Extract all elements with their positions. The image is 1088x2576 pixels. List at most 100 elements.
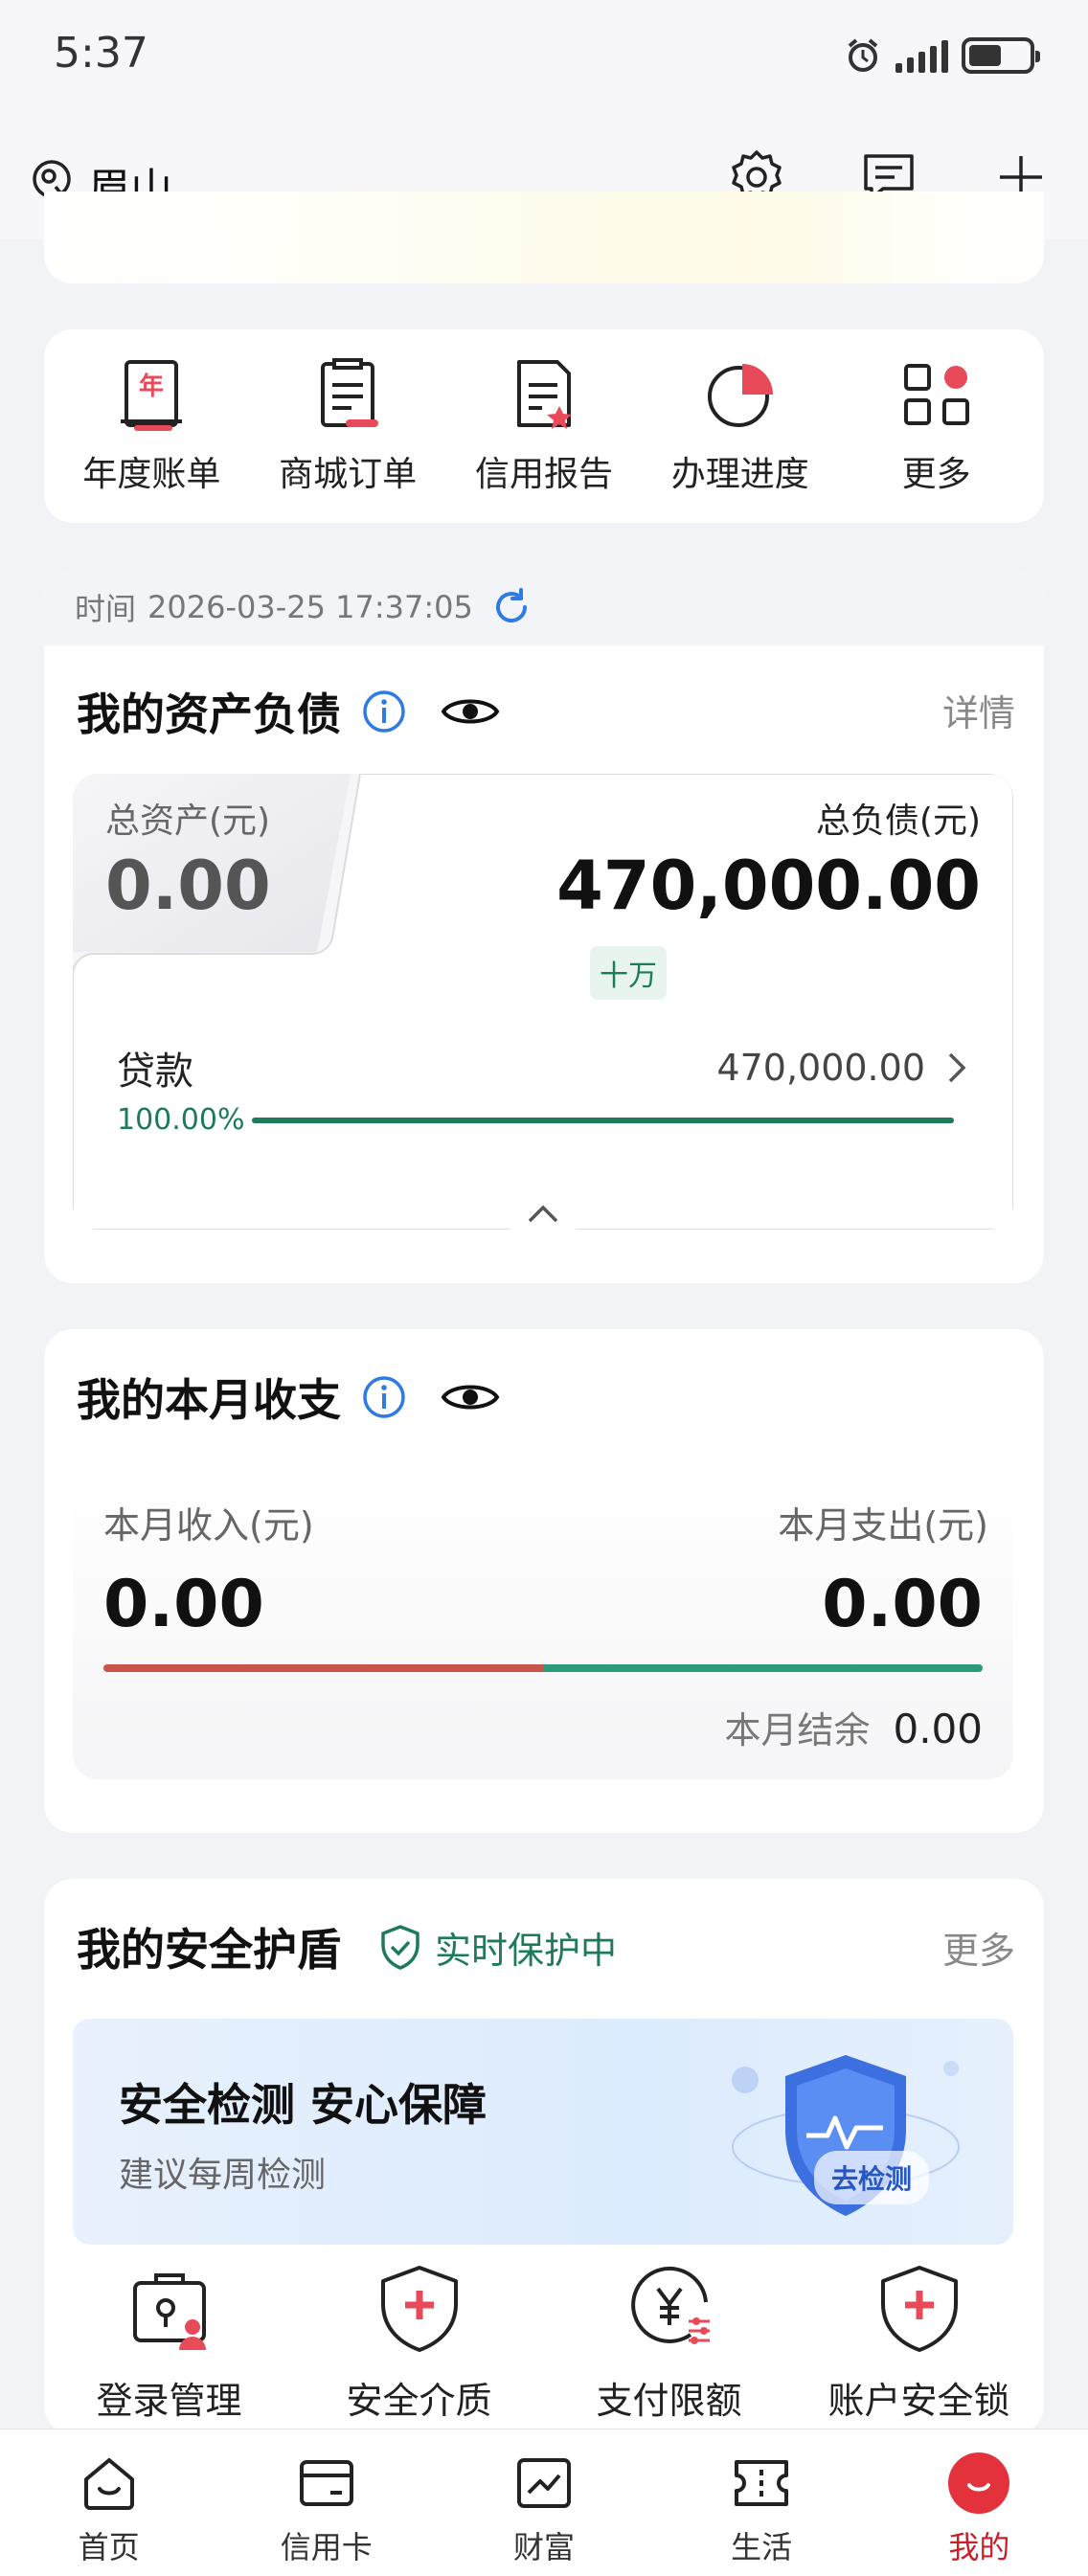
security-tools: 登录管理 安全介质 支付限额 账户安全锁 xyxy=(44,2262,1044,2424)
shield-check-icon xyxy=(381,1925,419,1970)
eye-icon[interactable] xyxy=(441,692,500,731)
security-title: 我的安全护盾 xyxy=(77,1924,341,1976)
security-medium-icon xyxy=(380,2266,458,2352)
balance-label: 本月结余 xyxy=(724,1709,871,1751)
quick-action-label: 更多 xyxy=(901,455,971,494)
shield-illustration xyxy=(732,2055,960,2216)
status-bar: 5:37 xyxy=(0,0,1088,110)
refresh-icon[interactable] xyxy=(490,586,533,628)
monthly-income-card: 我的本月收支 本月收入(元) 本月支出(元) 0.00 0.00 本月结余 0.… xyxy=(44,1329,1044,1833)
profile-icon xyxy=(948,2452,1010,2514)
banner-title: 安全检测 安心保障 xyxy=(119,2079,487,2131)
ticket-icon xyxy=(735,2460,789,2506)
quick-action-label: 办理进度 xyxy=(670,455,809,494)
quick-action-progress[interactable]: 办理进度 xyxy=(649,354,831,523)
status-icons xyxy=(844,36,1040,75)
loan-row[interactable]: 贷款 470,000.00 xyxy=(117,1040,969,1096)
tool-security-medium[interactable]: 安全介质 xyxy=(305,2262,534,2424)
tool-account-lock[interactable]: 账户安全锁 xyxy=(805,2262,1034,2424)
quick-action-label: 年度账单 xyxy=(82,455,221,494)
nav-profile[interactable]: 我的 xyxy=(883,2451,1075,2576)
loan-label: 贷款 xyxy=(117,1050,193,1094)
time-label: 时间 xyxy=(75,591,137,627)
detect-button[interactable]: 去检测 xyxy=(813,2151,929,2204)
banner-subtitle: 建议每周检测 xyxy=(119,2156,327,2195)
security-more-link[interactable]: 更多 xyxy=(942,1921,1015,1974)
income-expense-bar xyxy=(103,1664,983,1672)
eye-icon[interactable] xyxy=(441,1378,500,1416)
total-assets-value: 0.00 xyxy=(105,847,271,925)
promo-banner-strip[interactable] xyxy=(44,192,1044,283)
balance-value: 0.00 xyxy=(893,1706,983,1752)
tool-label: 登录管理 xyxy=(96,2380,242,2422)
loan-progress-track xyxy=(252,1117,954,1123)
income-summary-box[interactable]: 本月收入(元) 本月支出(元) 0.00 0.00 本月结余 0.00 xyxy=(73,1461,1013,1779)
status-time: 5:37 xyxy=(54,29,148,78)
tool-label: 安全介质 xyxy=(346,2380,492,2422)
annual-bill-icon: 年 xyxy=(121,360,183,431)
balance-row: 本月结余 0.00 xyxy=(724,1701,983,1753)
quick-action-mall-order[interactable]: 商城订单 xyxy=(257,354,439,523)
battery-icon xyxy=(962,37,1040,74)
quick-action-label: 信用报告 xyxy=(474,455,613,494)
login-manage-icon xyxy=(132,2273,206,2350)
income-label: 本月收入(元) xyxy=(103,1504,314,1547)
assets-header: 我的资产负债 xyxy=(77,680,500,743)
credit-report-icon xyxy=(516,360,572,429)
payment-limit-icon xyxy=(630,2266,710,2344)
credit-card-icon xyxy=(299,2460,353,2506)
more-grid-icon xyxy=(903,364,969,425)
nav-label: 财富 xyxy=(512,2529,575,2565)
total-assets-label: 总资产(元) xyxy=(105,802,271,841)
expense-share-bar xyxy=(543,1664,983,1672)
alarm-icon xyxy=(848,38,878,72)
nav-home[interactable]: 首页 xyxy=(13,2451,205,2576)
loan-percent: 100.00% xyxy=(117,1103,245,1137)
income-value: 0.00 xyxy=(103,1567,264,1642)
security-check-banner[interactable]: 安全检测 安心保障 建议每周检测 去检测 xyxy=(73,2019,1013,2245)
info-icon[interactable] xyxy=(362,689,406,734)
chevron-up-icon xyxy=(528,1205,558,1223)
expense-value: 0.00 xyxy=(822,1567,983,1642)
nav-label: 首页 xyxy=(78,2529,140,2565)
income-share-bar xyxy=(103,1664,543,1672)
home-icon xyxy=(83,2458,134,2510)
total-liabilities-label: 总负债(元) xyxy=(815,802,981,841)
nav-life[interactable]: 生活 xyxy=(666,2451,857,2576)
tool-payment-limit[interactable]: 支付限额 xyxy=(555,2262,784,2424)
security-shield-card: 我的安全护盾 实时保护中 更多 安全检测 安心保障 建议每周检测 去检测 登录管… xyxy=(44,1879,1044,2434)
magnitude-tag: 十万 xyxy=(590,946,667,1000)
security-header: 我的安全护盾 实时保护中 xyxy=(77,1915,617,1978)
mall-order-icon xyxy=(321,358,379,427)
time-value: 2026-03-25 17:37:05 xyxy=(147,589,473,625)
assets-liabilities-card: 时间 2026-03-25 17:37:05 我的资产负债 详情 总资产(元) … xyxy=(44,569,1044,1283)
assets-summary-box: 总资产(元) 0.00 总负债(元) 470,000.00 十万 贷款 470,… xyxy=(73,774,1013,1230)
svg-text:年: 年 xyxy=(139,372,164,401)
nav-label: 信用卡 xyxy=(280,2529,373,2565)
loan-value: 470,000.00 xyxy=(716,1047,925,1089)
progress-pie-icon xyxy=(707,364,773,427)
update-time-strip: 时间 2026-03-25 17:37:05 xyxy=(44,569,1044,645)
loan-progress: 100.00% xyxy=(117,1103,954,1137)
protection-status: 实时保护中 xyxy=(379,1921,617,1974)
income-title: 我的本月收支 xyxy=(77,1374,341,1426)
info-icon[interactable] xyxy=(362,1375,406,1419)
tool-login-manage[interactable]: 登录管理 xyxy=(55,2262,284,2424)
nav-credit-card[interactable]: 信用卡 xyxy=(231,2451,422,2576)
signal-icon xyxy=(895,38,948,73)
income-header: 我的本月收支 xyxy=(77,1366,500,1429)
quick-action-credit-report[interactable]: 信用报告 xyxy=(453,354,635,523)
bottom-navigation: 首页 信用卡 财富 生活 我的 xyxy=(0,2429,1088,2576)
nav-wealth[interactable]: 财富 xyxy=(448,2451,640,2576)
quick-action-label: 商城订单 xyxy=(279,455,418,494)
assets-title: 我的资产负债 xyxy=(77,689,341,740)
loan-progress-fill xyxy=(252,1117,954,1123)
assets-detail-link[interactable]: 详情 xyxy=(942,684,1015,736)
protection-status-text: 实时保护中 xyxy=(435,1929,618,1972)
tool-label: 支付限额 xyxy=(596,2380,742,2422)
nav-label: 生活 xyxy=(731,2529,793,2565)
account-lock-icon xyxy=(880,2266,958,2352)
quick-action-more[interactable]: 更多 xyxy=(846,354,1028,523)
total-liabilities-value: 470,000.00 xyxy=(556,847,981,925)
quick-action-annual-bill[interactable]: 年 年度账单 xyxy=(60,354,242,523)
